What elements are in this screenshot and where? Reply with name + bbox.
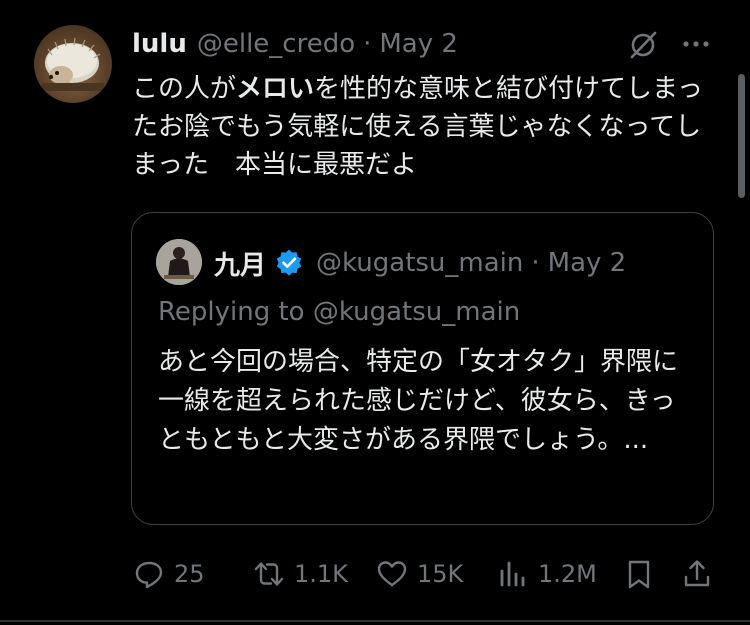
- like-count: 15K: [417, 560, 464, 588]
- author-avatar[interactable]: [34, 25, 112, 103]
- grok-icon[interactable]: [628, 30, 658, 60]
- replying-to[interactable]: Replying to @kugatsu_main: [158, 297, 520, 327]
- author-handle[interactable]: @elle_credo: [197, 29, 355, 59]
- share-icon: [684, 560, 710, 587]
- quoted-author-handle[interactable]: @kugatsu_main: [316, 248, 523, 278]
- heart-icon: [377, 561, 407, 587]
- like-button[interactable]: 15K: [375, 552, 463, 596]
- reply-icon: [135, 561, 163, 589]
- tweet-date[interactable]: May 2: [379, 29, 458, 59]
- tweet-text-part-1: この人が: [132, 74, 237, 104]
- reply-count: 25: [174, 560, 205, 588]
- repost-button[interactable]: 1.1K: [252, 552, 348, 596]
- bottom-divider: [0, 620, 750, 622]
- views-button[interactable]: 1.2M: [496, 552, 597, 596]
- quoted-tweet[interactable]: 九月 @kugatsu_main · May 2 Replying to @ku…: [131, 212, 714, 525]
- tweet-text: この人がメロいを性的な意味と結び付けてしまったお陰でもう気軽に使える言葉じゃなく…: [132, 70, 712, 184]
- repost-icon: [254, 562, 284, 586]
- quoted-text: あと今回の場合、特定の「女オタク」界隈に一線を超えられた感じだけど、彼女ら、きっ…: [158, 347, 679, 455]
- action-bar: 25 1.1K 15K 1.2M: [0, 552, 750, 596]
- separator-dot: ·: [363, 29, 372, 59]
- quoted-author-name[interactable]: 九月: [214, 245, 266, 282]
- bookmark-icon: [628, 560, 650, 589]
- text-scrollbar[interactable]: [738, 74, 745, 198]
- verified-icon: [276, 249, 302, 276]
- quoted-author-avatar[interactable]: [156, 239, 202, 285]
- author-name[interactable]: lulu: [132, 29, 187, 59]
- quoted-separator-dot: ·: [531, 248, 540, 278]
- tweet-header: lulu @elle_credo · May 2: [132, 27, 458, 61]
- quoted-date[interactable]: May 2: [548, 248, 627, 278]
- reply-button[interactable]: 25: [132, 552, 205, 596]
- hedgehog-avatar-image: [42, 37, 104, 91]
- more-icon[interactable]: [680, 34, 712, 54]
- views-count: 1.2M: [538, 560, 597, 588]
- views-icon: [500, 561, 525, 587]
- quoted-header: 九月 @kugatsu_main · May 2: [214, 243, 626, 283]
- share-button[interactable]: [680, 552, 714, 596]
- bookmark-button[interactable]: [622, 552, 656, 596]
- tweet-text-bold-word: メロい: [236, 74, 315, 104]
- person-avatar-image: [156, 239, 202, 285]
- repost-count: 1.1K: [294, 560, 348, 588]
